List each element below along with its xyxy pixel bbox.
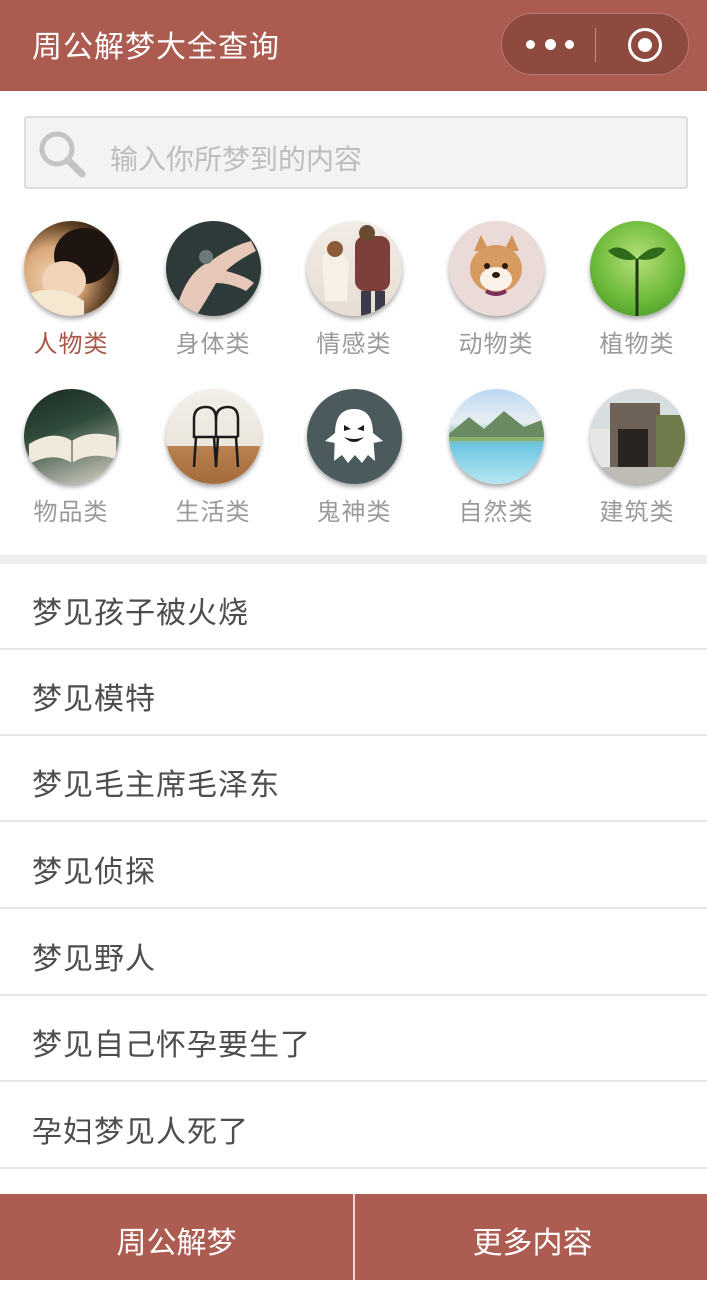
list-item-label: 梦见模特 [32, 682, 156, 717]
capsule-divider [595, 28, 596, 62]
category-architecture[interactable]: 建筑类 [587, 389, 687, 527]
emotion-photo [306, 221, 402, 316]
category-label: 人物类 [33, 330, 109, 358]
category-label: 情感类 [316, 330, 392, 358]
list-item[interactable]: 梦见毛主席毛泽东 [0, 736, 707, 822]
dream-interpretation-button[interactable]: 周公解梦 [0, 1194, 353, 1280]
category-label: 鬼神类 [316, 498, 392, 526]
ghost-icon [306, 389, 402, 484]
plant-photo [589, 221, 685, 316]
target-circle-icon[interactable] [628, 28, 662, 62]
list-item[interactable]: 梦见模特 [0, 650, 707, 736]
list-item-label: 梦见毛主席毛泽东 [32, 768, 280, 803]
search-icon [39, 131, 86, 178]
category-label: 物品类 [33, 498, 109, 526]
list-item[interactable]: 梦见侦探 [0, 823, 707, 909]
more-content-button[interactable]: 更多内容 [356, 1194, 707, 1280]
category-label: 自然类 [458, 498, 534, 526]
category-label: 身体类 [175, 330, 251, 358]
architecture-photo [589, 389, 685, 484]
body-photo [165, 221, 261, 316]
list-item-label: 梦见自己怀孕要生了 [32, 1028, 311, 1063]
search-placeholder: 输入你所梦到的内容 [110, 143, 363, 176]
list-item[interactable]: 梦见孩子被火烧 [0, 564, 707, 650]
page-title: 周公解梦大全查询 [32, 30, 280, 65]
list-item-label: 梦见侦探 [32, 855, 156, 890]
list-item-label: 梦见野人 [32, 942, 156, 977]
category-people[interactable]: 人物类 [21, 221, 121, 359]
life-photo [165, 389, 261, 484]
category-animal[interactable]: 动物类 [446, 221, 546, 359]
category-ghost[interactable]: 鬼神类 [304, 389, 404, 527]
search-input[interactable]: 输入你所梦到的内容 [24, 116, 688, 189]
list-item-label: 孕妇梦见人死了 [32, 1115, 249, 1150]
list-item[interactable]: 梦见野人 [0, 910, 707, 996]
category-item[interactable]: 物品类 [21, 389, 121, 527]
bottom-tab-bar: 周公解梦 更多内容 [0, 1194, 707, 1280]
category-body[interactable]: 身体类 [163, 221, 263, 359]
section-divider [0, 555, 707, 564]
more-dots-icon[interactable] [526, 32, 574, 56]
category-label: 生活类 [175, 498, 251, 526]
category-nature[interactable]: 自然类 [446, 389, 546, 527]
category-label: 植物类 [599, 330, 675, 358]
mini-program-capsule [501, 13, 689, 75]
category-label: 动物类 [458, 330, 534, 358]
bottom-divider [353, 1194, 355, 1280]
animal-photo [448, 221, 544, 316]
list-item[interactable]: 孕妇梦见人死了 [0, 1083, 707, 1169]
category-emotion[interactable]: 情感类 [304, 221, 404, 359]
people-photo [23, 221, 119, 316]
nature-photo [448, 389, 544, 484]
category-label: 建筑类 [599, 498, 675, 526]
list-item[interactable]: 梦见自己怀孕要生了 [0, 996, 707, 1082]
nav-bar: 周公解梦大全查询 [0, 0, 707, 91]
item-photo [23, 389, 119, 484]
category-plant[interactable]: 植物类 [587, 221, 687, 359]
list-item-label: 梦见孩子被火烧 [32, 596, 249, 631]
category-life[interactable]: 生活类 [163, 389, 263, 527]
